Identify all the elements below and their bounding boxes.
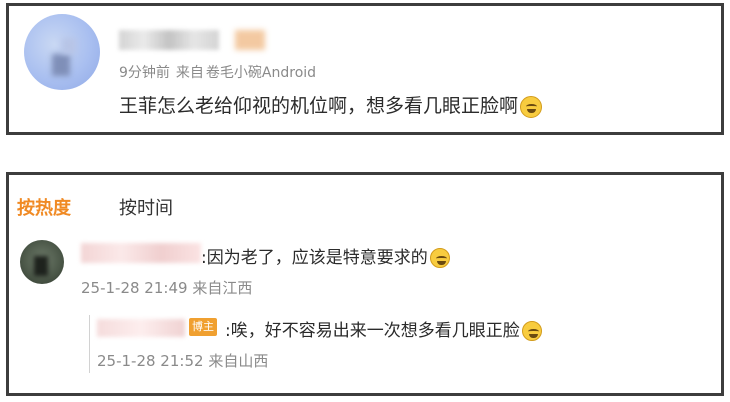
comment-location: 来自江西 [192, 279, 253, 297]
reply-body: :唉，好不容易出来一次想多看几眼正脸 [225, 316, 542, 341]
reply-author-name-redacted[interactable] [97, 319, 185, 337]
reply-location: 来自山西 [208, 352, 269, 370]
post-text: 王菲怎么老给仰视的机位啊，想多看几眼正脸啊 [119, 95, 519, 117]
reply-date: 25-1-28 21:52 [97, 352, 204, 370]
comment-body: :因为老了，应该是特意要求的 [201, 243, 450, 268]
post-source-prefix: 来自 [175, 65, 204, 81]
comment-text: :因为老了，应该是特意要求的 [201, 248, 428, 268]
emoji-sweat-smile-icon [520, 95, 543, 118]
emoji-crying-icon [521, 321, 542, 341]
commenter-name-redacted[interactable] [81, 243, 201, 263]
tab-sort-by-time[interactable]: 按时间 [119, 194, 173, 220]
commenter-avatar[interactable] [20, 240, 64, 284]
reply-thread-line [89, 315, 90, 373]
post-meta: 9分钟前 来自 卷毛小碗Android [119, 62, 322, 82]
post-source[interactable]: 卷毛小碗Android [206, 65, 316, 81]
reply-meta: 25-1-28 21:52 来自山西 [97, 350, 268, 371]
post-author-badge-redacted [235, 30, 265, 50]
post-author-name-redacted[interactable] [119, 30, 219, 50]
post-author-avatar[interactable] [24, 14, 100, 90]
comments-panel: 按热度 按时间 :因为老了，应该是特意要求的 25-1-28 21:49 来自江… [6, 172, 724, 396]
emoji-crying-icon [429, 248, 450, 268]
author-badge: 博主 [189, 318, 217, 336]
post-time: 9分钟前 [119, 65, 170, 81]
tab-sort-by-heat[interactable]: 按热度 [17, 194, 71, 220]
comment-meta: 25-1-28 21:49 来自江西 [81, 277, 252, 298]
comment-date: 25-1-28 21:49 [81, 279, 188, 297]
post-card: 9分钟前 来自 卷毛小碗Android 王菲怎么老给仰视的机位啊，想多看几眼正脸啊 [6, 3, 724, 135]
post-body: 王菲怎么老给仰视的机位啊，想多看几眼正脸啊 [119, 91, 543, 118]
reply-text: :唉，好不容易出来一次想多看几眼正脸 [225, 321, 520, 341]
